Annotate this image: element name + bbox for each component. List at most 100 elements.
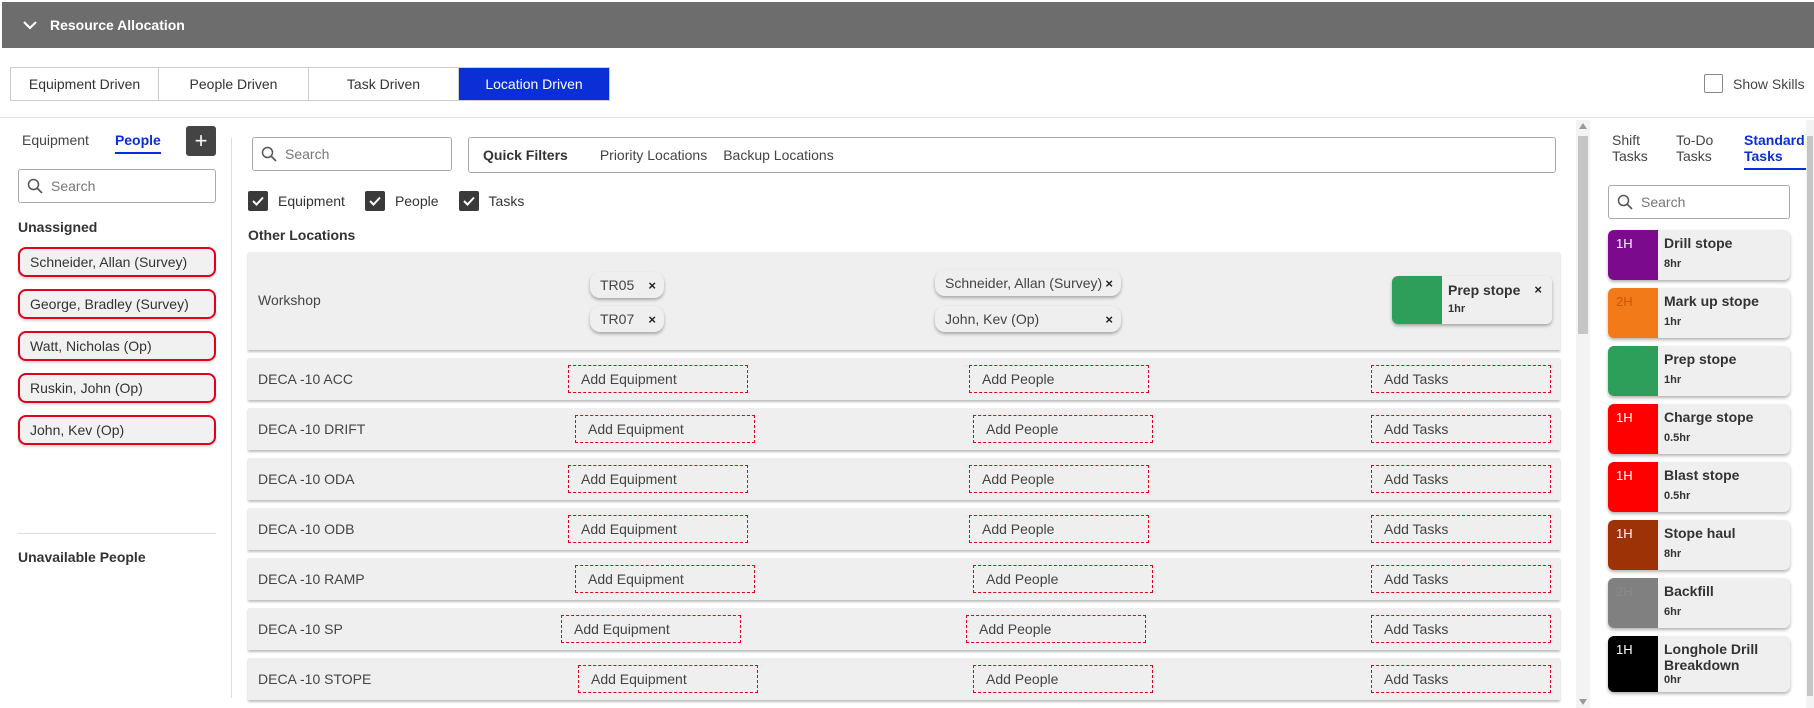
unassigned-person[interactable]: George, Bradley (Survey) [18,289,216,319]
add-people-slot[interactable]: Add People [969,465,1149,493]
location-row: DECA -10 ODB Add Equipment Add People Ad… [248,508,1560,550]
task-duration: 1hr [1448,303,1466,315]
chevron-down-icon[interactable] [22,17,38,33]
equipment-chip-label: TR05 [600,277,635,293]
add-people-slot[interactable]: Add People [973,665,1153,693]
tab-people[interactable]: People [114,132,161,154]
filter-equipment[interactable]: Equipment [248,191,345,211]
checkbox-checked-icon[interactable] [458,191,479,211]
equipment-chip[interactable]: TR05 × [590,272,664,298]
tab-location-driven[interactable]: Location Driven [459,68,609,100]
equipment-chip[interactable]: TR07 × [590,306,664,332]
remove-icon[interactable]: × [648,312,656,327]
standard-task-card[interactable]: 2H Backfill 6hr [1608,578,1790,628]
task-name: Charge stope [1664,409,1754,425]
quick-filters-title: Quick Filters [483,147,568,163]
locations-scrollbar[interactable] [1576,120,1590,708]
tab-equipment-driven[interactable]: Equipment Driven [11,68,159,100]
person-chip[interactable]: John, Kev (Op) × [935,306,1121,332]
standard-task-card[interactable]: 2H Mark up stope 1hr [1608,288,1790,338]
task-duration: 8hr [1664,548,1682,560]
tab-standard-tasks[interactable]: Standard Tasks [1744,132,1810,170]
quick-filter-priority-locations[interactable]: Priority Locations [600,147,707,163]
add-people-slot[interactable]: Add People [969,365,1149,393]
people-search-input[interactable]: Search [18,169,216,203]
scroll-down-icon[interactable] [1579,699,1587,705]
add-equipment-slot[interactable]: Add Equipment [561,615,741,643]
unassigned-person[interactable]: John, Kev (Op) [18,415,216,445]
divider [18,533,216,534]
task-badge: 1H [1608,462,1658,512]
remove-icon[interactable]: × [1105,312,1113,327]
search-placeholder: Search [51,178,96,194]
tab-to-do-tasks[interactable]: To-Do Tasks [1676,132,1726,170]
task-badge: 1H [1608,404,1658,454]
task-badge: 2H [1608,346,1658,396]
remove-icon[interactable]: × [1105,276,1113,291]
scrollbar-thumb[interactable] [1578,136,1588,334]
add-people-slot[interactable]: Add People [966,615,1146,643]
standard-task-card[interactable]: 1H Stope haul 8hr [1608,520,1790,570]
tab-equipment[interactable]: Equipment [22,132,89,154]
add-tasks-slot[interactable]: Add Tasks [1371,365,1551,393]
add-tasks-slot[interactable]: Add Tasks [1371,465,1551,493]
assigned-task-card[interactable]: 2H Prep stope 1hr × [1392,276,1552,324]
task-badge: 1H [1608,636,1658,692]
location-search-input[interactable]: Search [252,137,452,171]
remove-icon[interactable]: × [648,278,656,293]
person-chip[interactable]: Schneider, Allan (Survey) × [935,270,1121,296]
standard-task-card[interactable]: 1H Blast stope 0.5hr [1608,462,1790,512]
remove-icon[interactable]: × [1534,282,1542,297]
filter-tasks[interactable]: Tasks [458,191,524,211]
add-equipment-slot[interactable]: Add Equipment [575,565,755,593]
add-tasks-slot[interactable]: Add Tasks [1371,565,1551,593]
unassigned-person[interactable]: Ruskin, John (Op) [18,373,216,403]
add-people-slot[interactable]: Add People [969,515,1149,543]
add-button[interactable]: + [186,126,216,156]
task-name: Prep stope [1448,282,1521,298]
location-name: DECA -10 ODA [258,471,355,487]
checkbox-checked-icon[interactable] [364,191,385,211]
show-skills-checkbox[interactable] [1704,74,1723,93]
location-row: DECA -10 SP Add Equipment Add People Add… [248,608,1560,650]
tab-shift-tasks[interactable]: Shift Tasks [1612,132,1658,170]
tab-task-driven[interactable]: Task Driven [309,68,459,100]
standard-task-card[interactable]: 2H Prep stope 1hr [1608,346,1790,396]
add-tasks-slot[interactable]: Add Tasks [1371,415,1551,443]
standard-task-card[interactable]: 1H Drill stope 8hr [1608,230,1790,280]
resource-allocation-header[interactable]: Resource Allocation [2,2,1814,48]
scrollbar-thumb[interactable] [1807,136,1813,696]
add-equipment-slot[interactable]: Add Equipment [578,665,758,693]
filter-people[interactable]: People [364,191,439,211]
divider [0,117,1814,118]
standard-task-card[interactable]: 1H Charge stope 0.5hr [1608,404,1790,454]
scroll-up-icon[interactable] [1579,123,1587,129]
tab-people-driven[interactable]: People Driven [159,68,309,100]
unavailable-people-heading: Unavailable People [18,549,146,565]
add-tasks-slot[interactable]: Add Tasks [1371,665,1551,693]
task-name: Longhole Drill Breakdown [1664,641,1759,673]
unassigned-person[interactable]: Watt, Nicholas (Op) [18,331,216,361]
add-people-slot[interactable]: Add People [973,415,1153,443]
task-badge: 1H [1608,520,1658,570]
task-duration: 0.5hr [1664,432,1691,444]
person-chip-label: John, Kev (Op) [945,311,1040,327]
unassigned-person[interactable]: Schneider, Allan (Survey) [18,247,216,277]
tasks-scrollbar[interactable] [1806,120,1814,708]
quick-filter-backup-locations[interactable]: Backup Locations [723,147,834,163]
task-duration: 6hr [1664,606,1682,618]
add-tasks-slot[interactable]: Add Tasks [1371,515,1551,543]
person-chip-label: Schneider, Allan (Survey) [945,275,1103,291]
add-equipment-slot[interactable]: Add Equipment [575,415,755,443]
add-people-slot[interactable]: Add People [973,565,1153,593]
standard-task-card[interactable]: 1H Longhole Drill Breakdown 0hr [1608,636,1790,692]
search-icon [261,146,277,162]
show-skills-toggle[interactable]: Show Skills [1704,74,1805,93]
add-equipment-slot[interactable]: Add Equipment [568,515,748,543]
add-tasks-slot[interactable]: Add Tasks [1371,615,1551,643]
add-equipment-slot[interactable]: Add Equipment [568,465,748,493]
task-search-input[interactable]: Search [1608,185,1790,219]
add-equipment-slot[interactable]: Add Equipment [568,365,748,393]
resource-pool-panel: Equipment People + Search Unassigned Sch… [0,118,230,708]
checkbox-checked-icon[interactable] [248,191,268,211]
